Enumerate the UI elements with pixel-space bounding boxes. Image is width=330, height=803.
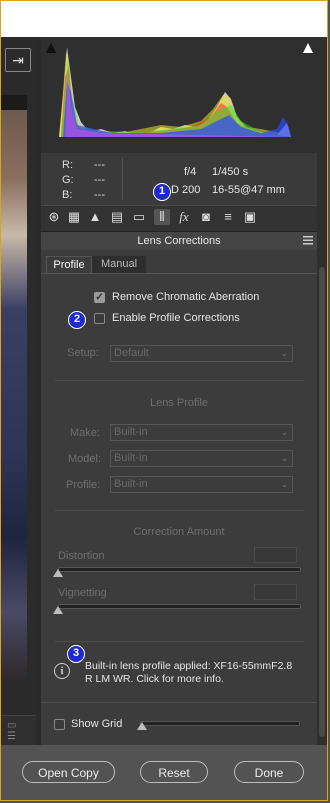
window-frame <box>0 0 328 801</box>
callout-marker: 1 <box>153 183 171 201</box>
callout-marker: 2 <box>68 311 86 329</box>
callout-marker: 3 <box>67 645 85 663</box>
